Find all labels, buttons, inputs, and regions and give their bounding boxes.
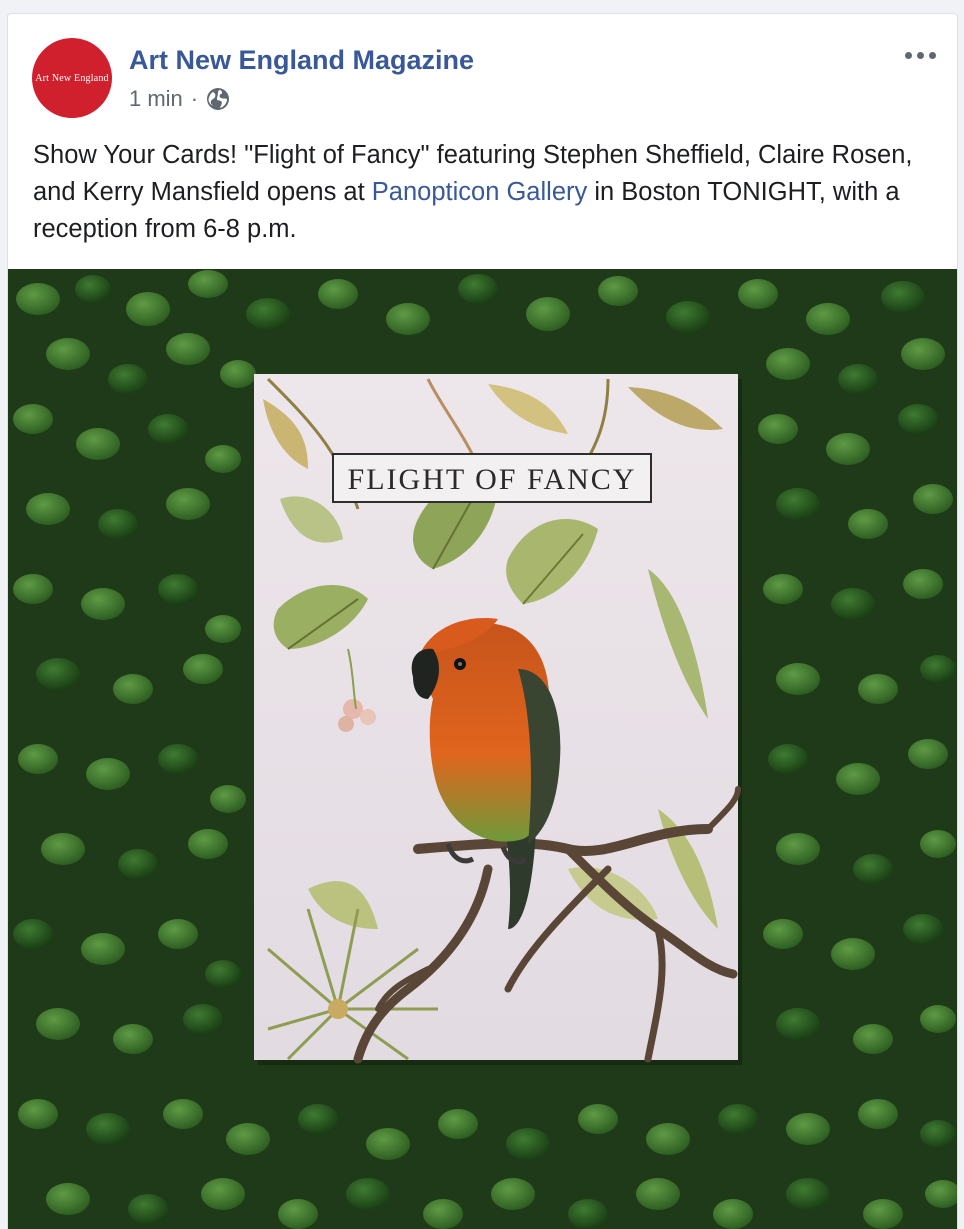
panopticon-gallery-link[interactable]: Panopticon Gallery [372,178,587,206]
photo-illustration: FLIGHT OF FANCY [8,269,957,1229]
post-card: Art New England Art New England Magazine… [7,13,958,1229]
post-meta: 1 min · [129,86,230,112]
post-text: Show Your Cards! "Flight of Fancy" featu… [33,137,933,248]
page-avatar[interactable]: Art New England [32,38,112,118]
card-title: FLIGHT OF FANCY [348,463,637,496]
post-photo[interactable]: FLIGHT OF FANCY [8,269,957,1229]
post-timestamp[interactable]: 1 min [129,86,183,112]
globe-icon [206,87,230,111]
avatar-logo-text: Art New England [35,72,109,84]
more-options-icon[interactable] [900,40,940,70]
postcard: FLIGHT OF FANCY [254,374,742,1065]
page-name-link[interactable]: Art New England Magazine [129,45,474,76]
meta-separator: · [190,86,199,111]
